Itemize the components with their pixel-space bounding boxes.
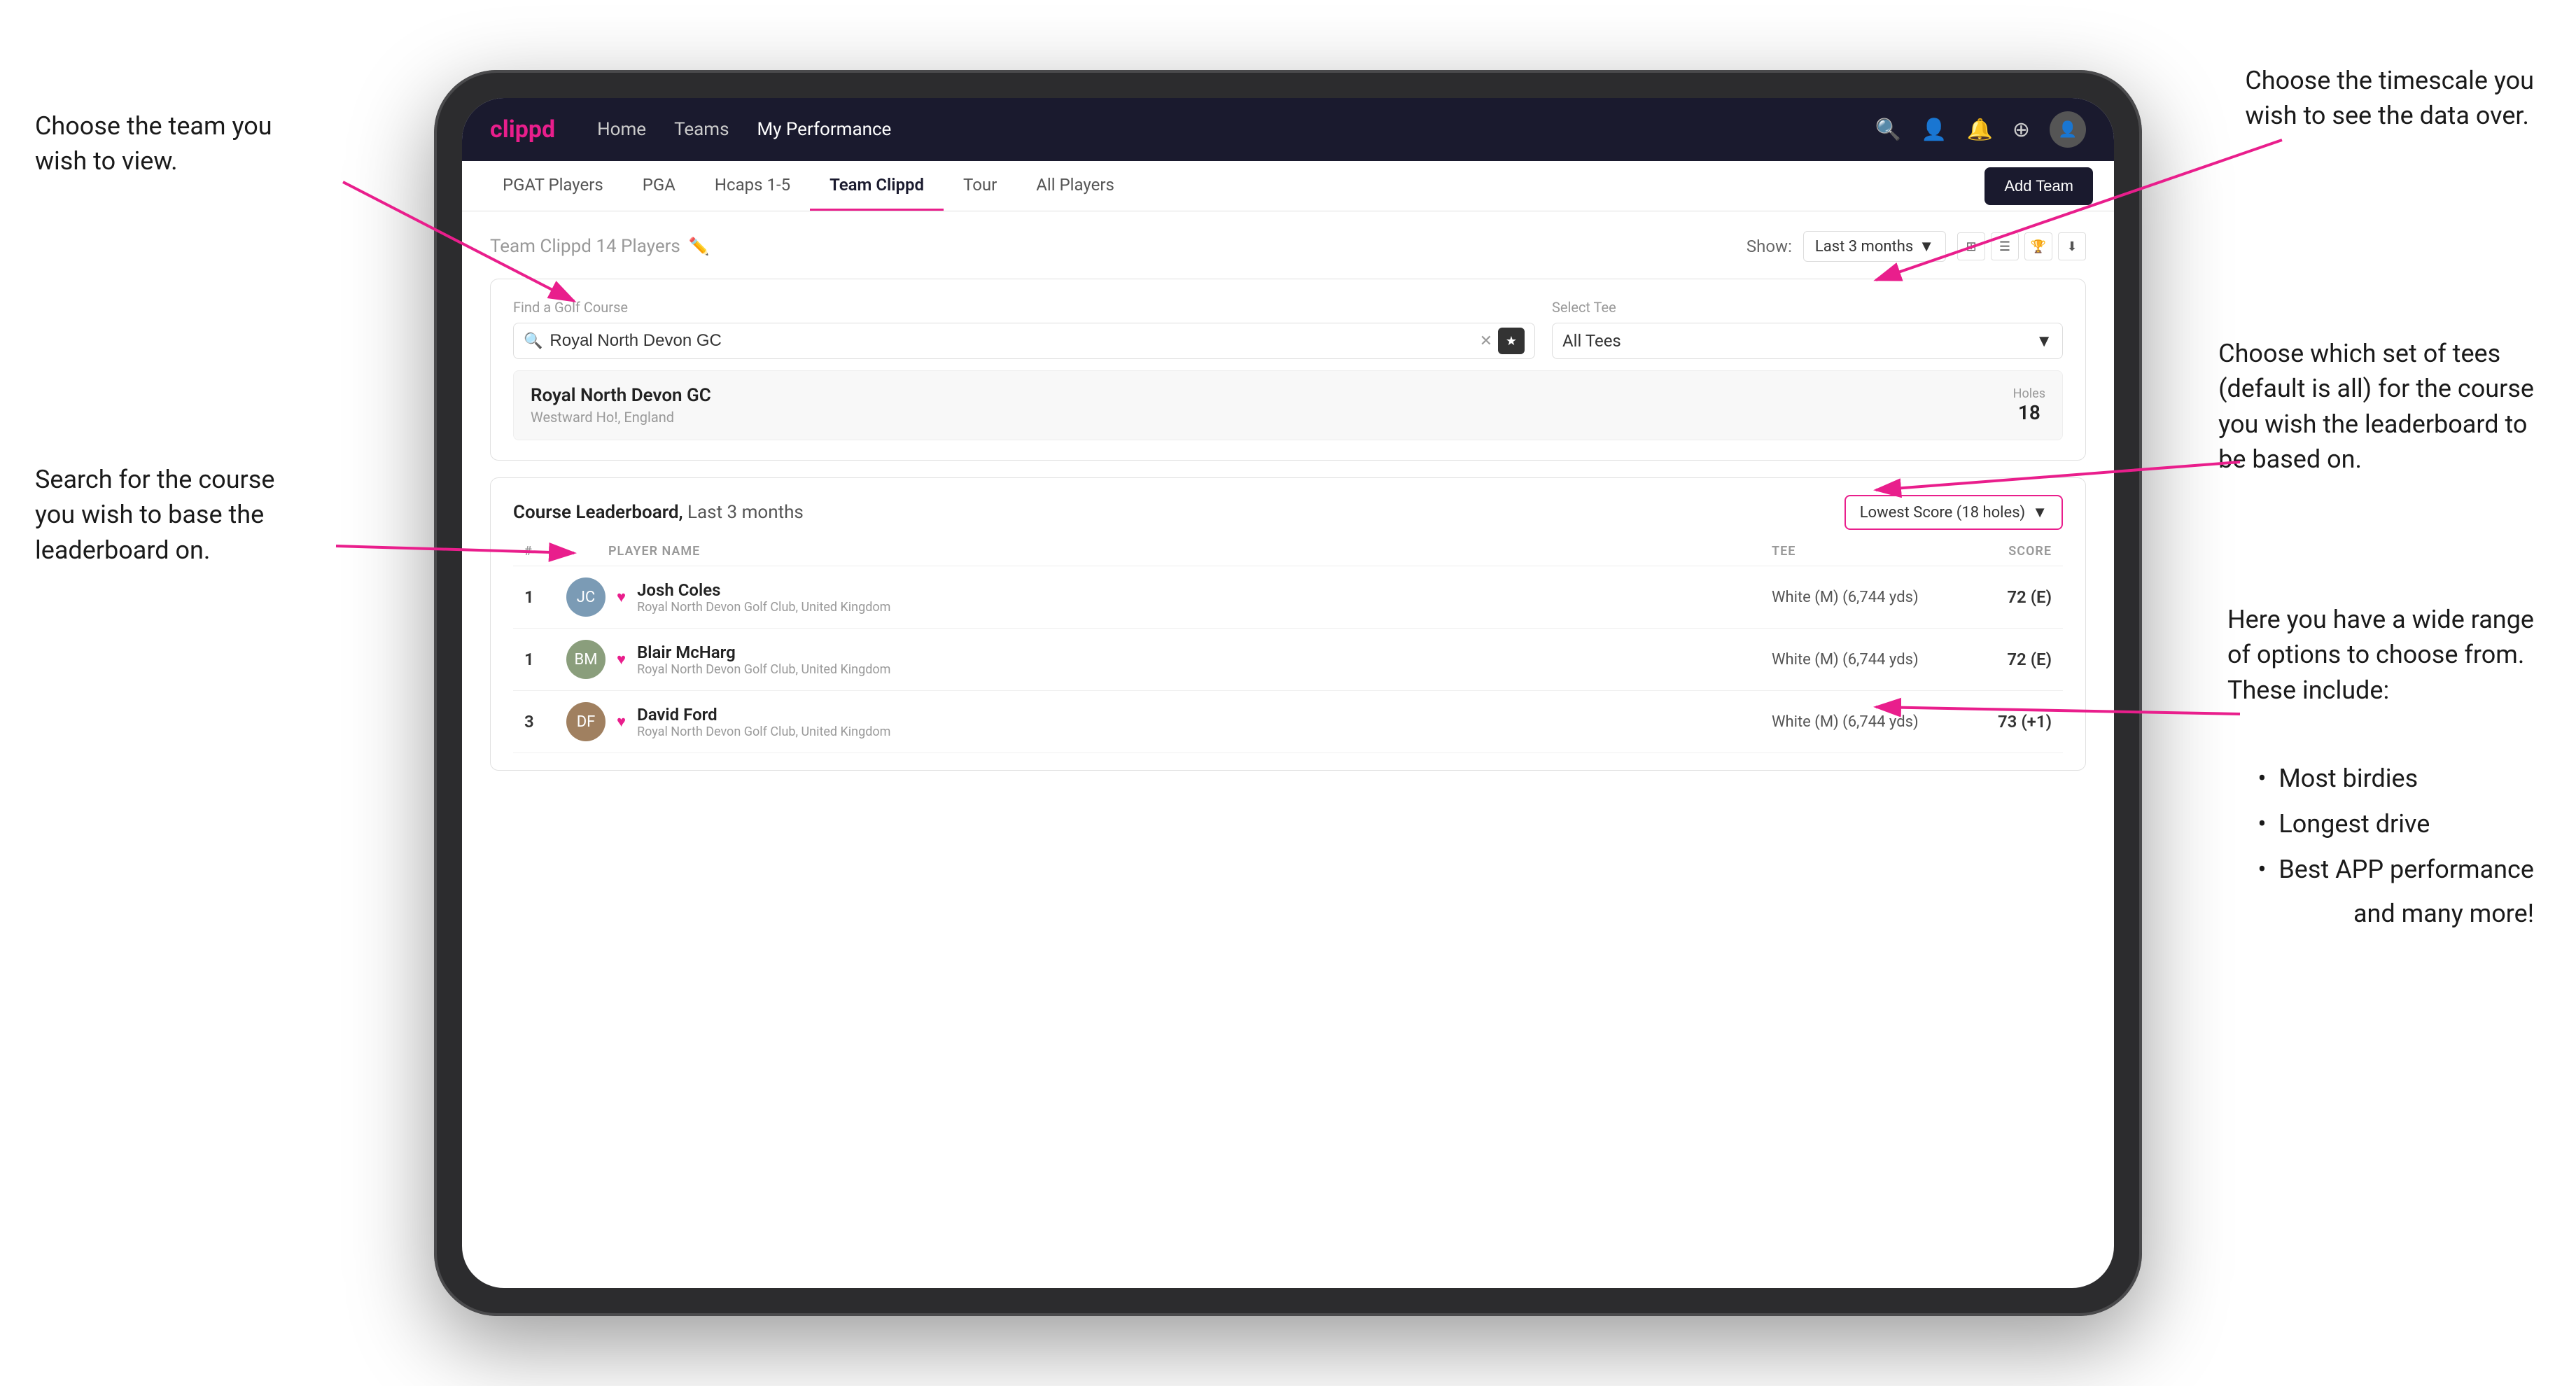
heart-icon-2[interactable]: ♥	[617, 650, 626, 668]
sub-tabs-bar: PGAT Players PGA Hcaps 1-5 Team Clippd T…	[462, 161, 2114, 211]
score-type-dropdown[interactable]: Lowest Score (18 holes) ▼	[1844, 495, 2063, 530]
team-title: Team Clippd 14 Players	[490, 236, 680, 257]
view-icons: ⊞ ☰ 🏆 ⬇	[1957, 232, 2086, 260]
search-icon-inner: 🔍	[524, 332, 542, 350]
course-search-input[interactable]	[550, 331, 1479, 351]
player-avatar-1: JC	[566, 578, 606, 617]
brand-logo: clippd	[490, 115, 555, 144]
col-tee: TEE	[1772, 544, 1968, 559]
course-info: Royal North Devon GC Westward Ho!, Engla…	[531, 385, 711, 426]
download-button[interactable]: ⬇	[2058, 232, 2086, 260]
col-score: SCORE	[1968, 544, 2052, 559]
tab-all-players[interactable]: All Players	[1016, 161, 1134, 211]
clear-button[interactable]: ✕	[1480, 332, 1492, 350]
leaderboard-header: Course Leaderboard, Last 3 months Lowest…	[513, 495, 2063, 530]
leaderboard-columns: # PLAYER NAME TEE SCORE	[513, 544, 2063, 566]
trophy-view-button[interactable]: 🏆	[2024, 232, 2052, 260]
tablet-frame: clippd Home Teams My Performance 🔍 👤 🔔 ⊕…	[434, 70, 2142, 1316]
player-info-3: David Ford Royal North Devon Golf Club, …	[637, 705, 1772, 739]
holes-number: 18	[2018, 401, 2040, 424]
notification-icon[interactable]: 🔔	[1967, 118, 1993, 142]
player-name-1: Josh Coles	[637, 580, 1772, 600]
select-tee-label: Select Tee	[1552, 299, 2063, 316]
main-content: Team Clippd 14 Players ✏️ Show: Last 3 m…	[462, 211, 2114, 1288]
tab-pgat[interactable]: PGAT Players	[483, 161, 623, 211]
search-row: Find a Golf Course 🔍 ✕ ★ Select Tee	[513, 299, 2063, 359]
navbar: clippd Home Teams My Performance 🔍 👤 🔔 ⊕…	[462, 98, 2114, 161]
favourite-button[interactable]: ★	[1498, 328, 1525, 354]
course-search-section: Find a Golf Course 🔍 ✕ ★ Select Tee	[490, 279, 2086, 461]
col-player-name: PLAYER NAME	[608, 544, 1772, 559]
player-row: 1 JC ♥ Josh Coles Royal North Devon Golf…	[513, 566, 2063, 629]
app-container: clippd Home Teams My Performance 🔍 👤 🔔 ⊕…	[462, 98, 2114, 1288]
heart-icon-3[interactable]: ♥	[617, 713, 626, 731]
search-input-wrapper: 🔍 ✕ ★	[513, 323, 1535, 359]
player-avatar-2: BM	[566, 640, 606, 679]
col-avatar-space	[566, 544, 608, 559]
annotation-and-more: and many more!	[2353, 896, 2534, 931]
leaderboard-section: Course Leaderboard, Last 3 months Lowest…	[490, 477, 2086, 771]
player-rank-3: 3	[524, 712, 566, 732]
player-score-1: 72 (E)	[1968, 587, 2052, 607]
nav-item-home[interactable]: Home	[597, 113, 646, 146]
player-name-3: David Ford	[637, 705, 1772, 724]
annotation-team: Choose the team youwish to view.	[35, 108, 272, 179]
player-club-3: Royal North Devon Golf Club, United King…	[637, 724, 1772, 739]
team-header: Team Clippd 14 Players ✏️ Show: Last 3 m…	[490, 231, 2086, 262]
player-score-2: 72 (E)	[1968, 650, 2052, 669]
player-tee-3: White (M) (6,744 yds)	[1772, 713, 1968, 731]
player-row: 3 DF ♥ David Ford Royal North Devon Golf…	[513, 691, 2063, 753]
navbar-nav: Home Teams My Performance	[597, 113, 1875, 146]
annotation-options: Here you have a wide rangeof options to …	[2227, 602, 2534, 708]
player-club-2: Royal North Devon Golf Club, United King…	[637, 662, 1772, 677]
course-result: Royal North Devon GC Westward Ho!, Engla…	[513, 370, 2063, 440]
col-rank: #	[524, 544, 566, 559]
player-club-1: Royal North Devon Golf Club, United King…	[637, 600, 1772, 615]
heart-icon-1[interactable]: ♥	[617, 588, 626, 606]
player-rank-2: 1	[524, 650, 566, 669]
nav-item-teams[interactable]: Teams	[674, 113, 729, 146]
leaderboard-title: Course Leaderboard, Last 3 months	[513, 502, 804, 523]
holes-label: Holes	[2013, 386, 2045, 401]
tab-tour[interactable]: Tour	[944, 161, 1016, 211]
tablet-screen: clippd Home Teams My Performance 🔍 👤 🔔 ⊕…	[462, 98, 2114, 1288]
show-controls: Show: Last 3 months ▼ ⊞ ☰ 🏆 ⬇	[1746, 231, 2086, 262]
tee-column: Select Tee All Tees ▼	[1552, 299, 2063, 359]
tab-team-clippd[interactable]: Team Clippd	[810, 161, 944, 211]
player-name-2: Blair McHarg	[637, 643, 1772, 662]
add-team-button[interactable]: Add Team	[1984, 167, 2093, 205]
avatar[interactable]: 👤	[2050, 111, 2086, 148]
course-name: Royal North Devon GC	[531, 385, 711, 406]
tab-hcaps[interactable]: Hcaps 1-5	[695, 161, 810, 211]
grid-view-button[interactable]: ⊞	[1957, 232, 1985, 260]
nav-item-performance[interactable]: My Performance	[757, 113, 891, 146]
annotation-tees: Choose which set of tees(default is all)…	[2218, 336, 2534, 477]
annotation-bullets: • Most birdies • Longest drive • Best AP…	[2258, 756, 2534, 892]
navbar-icons: 🔍 👤 🔔 ⊕ 👤	[1875, 111, 2086, 148]
search-icon[interactable]: 🔍	[1875, 118, 1901, 142]
player-info-2: Blair McHarg Royal North Devon Golf Club…	[637, 643, 1772, 677]
settings-icon[interactable]: ⊕	[2012, 118, 2030, 142]
tee-dropdown[interactable]: All Tees ▼	[1552, 323, 2063, 359]
player-tee-1: White (M) (6,744 yds)	[1772, 589, 1968, 606]
annotation-timescale: Choose the timescale youwish to see the …	[2245, 63, 2534, 134]
player-score-3: 73 (+1)	[1968, 712, 2052, 732]
player-tee-2: White (M) (6,744 yds)	[1772, 651, 1968, 668]
show-dropdown[interactable]: Last 3 months ▼	[1803, 231, 1946, 262]
player-avatar-3: DF	[566, 702, 606, 741]
search-column: Find a Golf Course 🔍 ✕ ★	[513, 299, 1535, 359]
annotation-course: Search for the courseyou wish to base th…	[35, 462, 274, 568]
show-label: Show:	[1746, 237, 1792, 256]
edit-icon[interactable]: ✏️	[689, 237, 710, 256]
course-location: Westward Ho!, England	[531, 409, 711, 426]
find-course-label: Find a Golf Course	[513, 299, 1535, 316]
list-view-button[interactable]: ☰	[1991, 232, 2019, 260]
user-icon[interactable]: 👤	[1921, 118, 1947, 142]
player-row: 1 BM ♥ Blair McHarg Royal North Devon Go…	[513, 629, 2063, 691]
player-info-1: Josh Coles Royal North Devon Golf Club, …	[637, 580, 1772, 615]
tab-pga[interactable]: PGA	[623, 161, 695, 211]
player-rank-1: 1	[524, 587, 566, 607]
holes-badge: Holes 18	[2013, 386, 2045, 424]
